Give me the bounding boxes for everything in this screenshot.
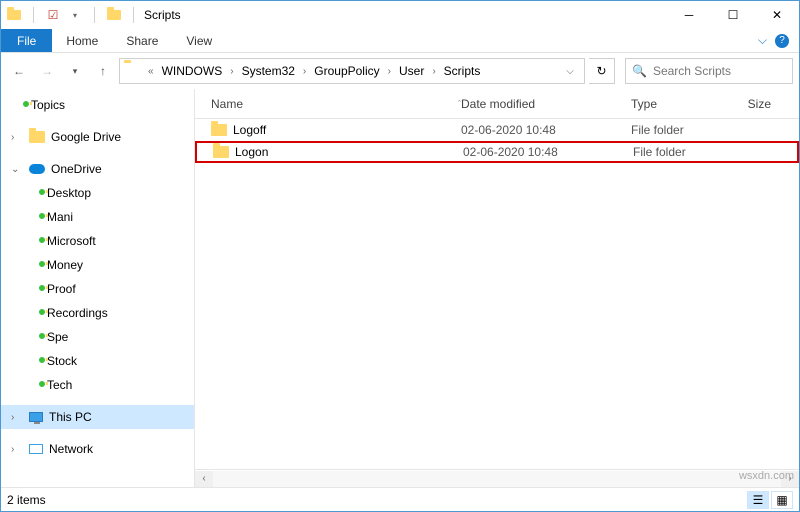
horizontal-scrollbar[interactable]: ‹ › [195,469,799,487]
separator [94,7,95,23]
sidebar-item-money[interactable]: Money [1,253,194,277]
sidebar-item-stock[interactable]: Stock [1,349,194,373]
sidebar-item-this-pc[interactable]: ›This PC [1,405,194,429]
quick-access-toolbar: ☑ ▾ [1,6,127,24]
folder-icon [211,124,227,136]
crumb-grouppolicy[interactable]: GroupPolicy [310,64,383,78]
refresh-button[interactable]: ↻ [589,58,615,84]
chevron-down-icon[interactable]: ⌵ [758,33,767,48]
search-input[interactable]: 🔍 Search Scripts [625,58,793,84]
window-controls: ─ ☐ ✕ [667,1,799,29]
column-headers: Nameˆ Date modified Type Size [195,89,799,119]
crumb-system32[interactable]: System32 [238,64,299,78]
header-type[interactable]: Type [631,97,731,111]
folder-icon [105,6,123,24]
header-date[interactable]: Date modified [461,97,631,111]
crumb-user[interactable]: User [395,64,428,78]
chevron-right-icon: › [226,66,237,77]
sidebar-item-mani[interactable]: Mani [1,205,194,229]
scroll-left-button[interactable]: ‹ [195,471,213,487]
header-name[interactable]: Nameˆ [195,97,461,111]
cloud-icon [29,164,45,174]
content-pane: Nameˆ Date modified Type Size Logoff 02-… [195,89,799,487]
details-view-button[interactable]: ☰ [747,491,769,509]
forward-button[interactable]: → [35,59,59,83]
folder-icon [5,6,23,24]
ribbon-help: ⌵ ? [758,29,799,52]
chevron-right-icon: › [428,66,439,77]
title-bar: ☑ ▾ Scripts ─ ☐ ✕ [1,1,799,29]
maximize-button[interactable]: ☐ [711,1,755,29]
search-placeholder: Search Scripts [653,64,731,78]
folder-icon [124,63,140,79]
recent-dropdown[interactable]: ▾ [63,59,87,83]
view-switcher: ☰ ▦ [747,491,793,509]
tab-home[interactable]: Home [52,29,112,52]
navigation-pane: Topics ›Google Drive ⌄OneDrive Desktop M… [1,89,195,487]
explorer-body: Topics ›Google Drive ⌄OneDrive Desktop M… [1,89,799,487]
sidebar-item-onedrive[interactable]: ⌄OneDrive [1,157,194,181]
list-item[interactable]: Logoff 02-06-2020 10:48 File folder [195,119,799,141]
dropdown-icon[interactable]: ▾ [66,6,84,24]
item-count: 2 items [7,493,46,507]
back-button[interactable]: ← [7,59,31,83]
sidebar-item-proof[interactable]: Proof [1,277,194,301]
sidebar-item-desktop[interactable]: Desktop [1,181,194,205]
folder-icon [213,146,229,158]
watermark: wsxdn.com [739,470,794,482]
list-item[interactable]: Logon 02-06-2020 10:48 File folder [195,141,799,163]
sidebar-item-topics[interactable]: Topics [1,93,194,117]
chevron-right-icon: › [384,66,395,77]
close-button[interactable]: ✕ [755,1,799,29]
breadcrumb[interactable]: « WINDOWS › System32 › GroupPolicy › Use… [119,58,585,84]
sidebar-item-microsoft[interactable]: Microsoft [1,229,194,253]
tab-share[interactable]: Share [112,29,172,52]
up-button[interactable]: ↑ [91,59,115,83]
help-icon[interactable]: ? [775,34,789,48]
sidebar-item-network[interactable]: ›Network [1,437,194,461]
minimize-button[interactable]: ─ [667,1,711,29]
sidebar-item-spe[interactable]: Spe [1,325,194,349]
chevron-right-icon: › [299,66,310,77]
explorer-window: ☑ ▾ Scripts ─ ☐ ✕ File Home Share View ⌵… [0,0,800,512]
sidebar-item-google-drive[interactable]: ›Google Drive [1,125,194,149]
file-menu[interactable]: File [1,29,52,52]
pc-icon [29,412,43,422]
address-bar-row: ← → ▾ ↑ « WINDOWS › System32 › GroupPoli… [1,53,799,89]
icons-view-button[interactable]: ▦ [771,491,793,509]
ribbon: File Home Share View ⌵ ? [1,29,799,53]
sidebar-item-tech[interactable]: Tech [1,373,194,397]
tab-view[interactable]: View [172,29,226,52]
network-icon [29,444,43,454]
status-bar: 2 items ☰ ▦ [1,487,799,511]
window-title: Scripts [140,8,667,22]
sidebar-item-recordings[interactable]: Recordings [1,301,194,325]
separator [33,7,34,23]
header-size[interactable]: Size [731,97,781,111]
address-dropdown[interactable]: ⌵ [560,66,580,77]
separator [133,7,134,23]
crumb-windows[interactable]: WINDOWS [158,64,227,78]
crumb-scripts[interactable]: Scripts [440,64,485,78]
file-list: Logoff 02-06-2020 10:48 File folder Logo… [195,119,799,469]
chevron-left-icon[interactable]: « [144,66,158,77]
checkmark-icon[interactable]: ☑ [44,6,62,24]
search-icon: 🔍 [632,64,647,78]
